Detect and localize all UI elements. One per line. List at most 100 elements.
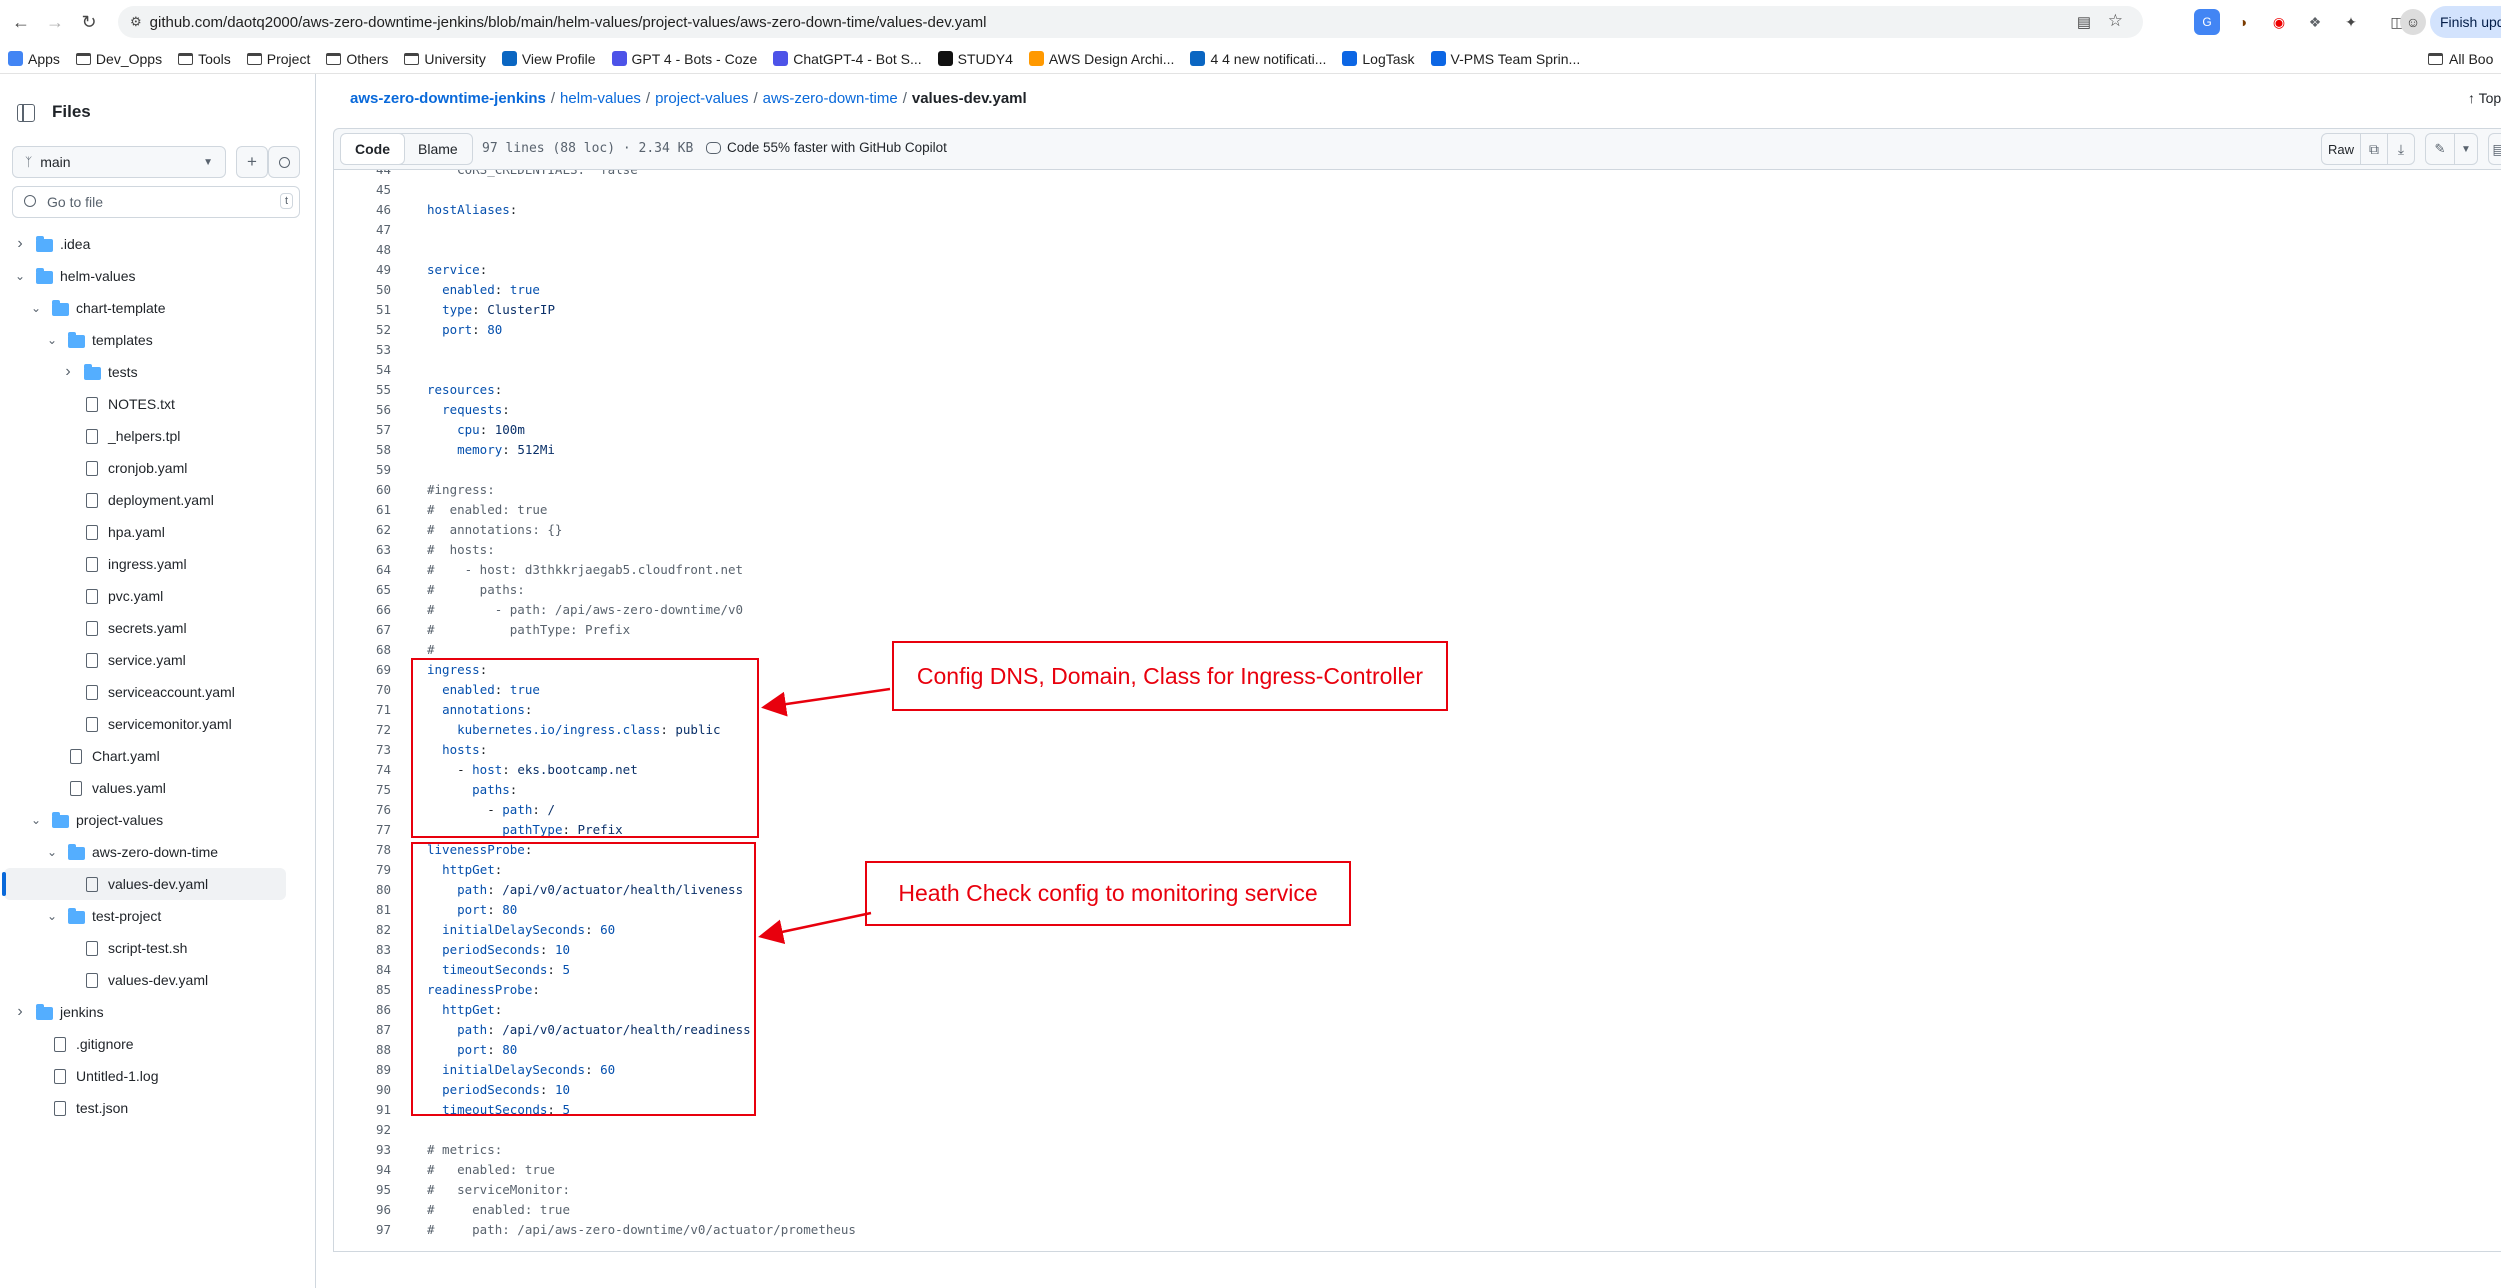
chevron-down-icon[interactable]: ⌄ <box>30 301 42 315</box>
bookmark-13[interactable]: V-PMS Team Sprin... <box>1430 51 1580 67</box>
line-number[interactable]: 58 <box>334 440 391 460</box>
bookmark-star-icon[interactable]: ☆ <box>2108 11 2123 31</box>
line-number[interactable]: 71 <box>334 700 391 720</box>
tree-file[interactable]: servicemonitor.yaml <box>0 708 316 740</box>
chevron-right-icon[interactable]: › <box>14 235 26 252</box>
all-bookmarks-button[interactable]: All Boo <box>2428 44 2493 74</box>
line-number[interactable]: 84 <box>334 960 391 980</box>
tree-folder[interactable]: ⌄ test-project <box>0 900 316 932</box>
line-number[interactable]: 78 <box>334 840 391 860</box>
bookmark-6[interactable]: View Profile <box>501 51 596 67</box>
line-number[interactable]: 53 <box>334 340 391 360</box>
tree-file[interactable]: NOTES.txt <box>0 388 316 420</box>
bookmark-5[interactable]: University <box>404 51 486 67</box>
tree-file[interactable]: Chart.yaml <box>0 740 316 772</box>
line-number[interactable]: 67 <box>334 620 391 640</box>
tree-file[interactable]: hpa.yaml <box>0 516 316 548</box>
top-button[interactable]: ↑ Top <box>2468 90 2501 106</box>
tree-file[interactable]: secrets.yaml <box>0 612 316 644</box>
line-number[interactable]: 68 <box>334 640 391 660</box>
tab-code[interactable]: Code <box>340 134 405 164</box>
bookmark-9[interactable]: STUDY4 <box>937 51 1013 67</box>
chevron-right-icon[interactable]: › <box>62 363 74 380</box>
line-number[interactable]: 49 <box>334 260 391 280</box>
tree-file[interactable]: script-test.sh <box>0 932 316 964</box>
line-number[interactable]: 95 <box>334 1180 391 1200</box>
extension-icon[interactable]: ❖ <box>2302 9 2328 35</box>
translate-extension-icon[interactable]: G <box>2194 9 2220 35</box>
tree-folder[interactable]: ⌄ helm-values <box>0 260 316 292</box>
bookmark-8[interactable]: ChatGPT-4 - Bot S... <box>773 51 922 67</box>
breadcrumb-dir-link[interactable]: aws-zero-down-time <box>763 90 898 107</box>
tree-file[interactable]: values.yaml <box>0 772 316 804</box>
tree-file[interactable]: pvc.yaml <box>0 580 316 612</box>
line-number[interactable]: 81 <box>334 900 391 920</box>
line-number[interactable]: 52 <box>334 320 391 340</box>
branch-selector[interactable]: ᛉ main ▼ <box>12 146 226 178</box>
tree-folder[interactable]: ⌄ chart-template <box>0 292 316 324</box>
line-number[interactable]: 69 <box>334 660 391 680</box>
line-number[interactable]: 76 <box>334 800 391 820</box>
bookmark-4[interactable]: Others <box>326 51 388 67</box>
line-number[interactable]: 75 <box>334 780 391 800</box>
tree-folder[interactable]: › tests <box>0 356 316 388</box>
tree-file[interactable]: cronjob.yaml <box>0 452 316 484</box>
line-number[interactable]: 88 <box>334 1040 391 1060</box>
finish-update-button[interactable]: Finish upd <box>2430 6 2501 38</box>
line-number[interactable]: 94 <box>334 1160 391 1180</box>
line-number[interactable]: 89 <box>334 1060 391 1080</box>
tree-file[interactable]: deployment.yaml <box>0 484 316 516</box>
tree-file[interactable]: values-dev.yaml <box>2 868 286 900</box>
bookmark-12[interactable]: LogTask <box>1342 51 1415 67</box>
bookmark-1[interactable]: Dev_Opps <box>75 51 162 67</box>
reload-icon[interactable]: ↻ <box>74 7 104 37</box>
breadcrumb-dir-link[interactable]: helm-values <box>560 90 641 107</box>
go-to-file-input[interactable]: Go to file t <box>12 186 300 218</box>
breadcrumb-dir-link[interactable]: project-values <box>655 90 748 107</box>
bookmark-3[interactable]: Project <box>246 51 310 67</box>
line-number[interactable]: 83 <box>334 940 391 960</box>
bookmark-0[interactable]: Apps <box>8 51 60 67</box>
address-bar[interactable]: ⚙ github.com/daotq2000/aws-zero-downtime… <box>118 6 2143 38</box>
line-number[interactable]: 91 <box>334 1100 391 1120</box>
chevron-down-icon[interactable]: ⌄ <box>46 909 58 923</box>
line-number[interactable]: 96 <box>334 1200 391 1220</box>
search-button[interactable] <box>268 146 300 178</box>
forward-arrow-icon[interactable]: → <box>40 7 70 37</box>
edit-pencil-icon[interactable]: ✎ <box>2425 133 2455 165</box>
copilot-link[interactable]: Code 55% faster with GitHub Copilot <box>706 140 947 155</box>
line-number[interactable]: 97 <box>334 1220 391 1240</box>
tree-file[interactable]: _helpers.tpl <box>0 420 316 452</box>
line-number[interactable]: 60 <box>334 480 391 500</box>
back-arrow-icon[interactable]: ← <box>6 7 36 37</box>
tree-folder[interactable]: › jenkins <box>0 996 316 1028</box>
line-number[interactable]: 93 <box>334 1140 391 1160</box>
line-number[interactable]: 72 <box>334 720 391 740</box>
bookmark-7[interactable]: GPT 4 - Bots - Coze <box>611 51 757 67</box>
tree-folder[interactable]: ⌄ project-values <box>0 804 316 836</box>
line-number[interactable]: 51 <box>334 300 391 320</box>
line-number[interactable]: 50 <box>334 280 391 300</box>
site-info-icon[interactable]: ⚙ <box>130 14 142 30</box>
line-number[interactable]: 74 <box>334 760 391 780</box>
puzzle-extensions-icon[interactable]: ✦ <box>2338 9 2364 35</box>
tab-blame[interactable]: Blame <box>404 134 472 164</box>
tree-file[interactable]: values-dev.yaml <box>0 964 316 996</box>
bookmark-10[interactable]: AWS Design Archi... <box>1028 51 1174 67</box>
chevron-down-icon[interactable]: ⌄ <box>46 845 58 859</box>
collapse-sidebar-icon[interactable] <box>17 104 35 122</box>
tree-folder[interactable]: ⌄ templates <box>0 324 316 356</box>
chevron-down-icon[interactable]: ⌄ <box>14 269 26 283</box>
line-number[interactable]: 56 <box>334 400 391 420</box>
line-number[interactable]: 66 <box>334 600 391 620</box>
line-number[interactable]: 87 <box>334 1020 391 1040</box>
line-number[interactable]: 55 <box>334 380 391 400</box>
line-number[interactable]: 77 <box>334 820 391 840</box>
download-icon[interactable]: ⤓ <box>2387 133 2415 165</box>
raw-button[interactable]: Raw <box>2321 133 2361 165</box>
tree-file[interactable]: .gitignore <box>0 1028 316 1060</box>
line-number[interactable]: 46 <box>334 200 391 220</box>
tree-file[interactable]: ingress.yaml <box>0 548 316 580</box>
tree-file[interactable]: test.json <box>0 1092 316 1124</box>
line-number[interactable]: 79 <box>334 860 391 880</box>
